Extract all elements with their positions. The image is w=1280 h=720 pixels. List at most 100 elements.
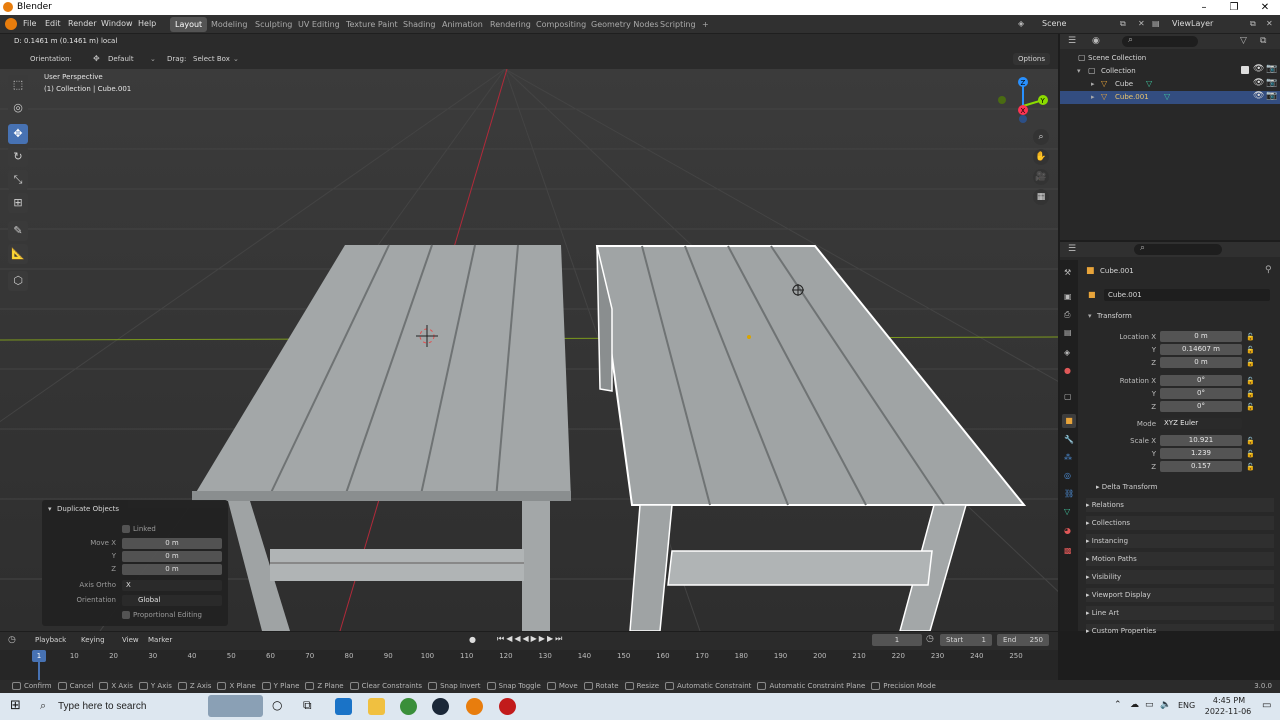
record-icon[interactable]: ● <box>469 635 476 644</box>
scene-icon[interactable]: ◈ <box>1018 19 1024 28</box>
lock-icon[interactable]: 🔓 <box>1246 333 1255 341</box>
maximize-icon[interactable]: ❐ <box>1219 0 1249 15</box>
rotate-tool-icon[interactable]: ↻ <box>8 147 28 167</box>
chevron-down-icon[interactable]: ⌄ <box>150 55 156 63</box>
material-tab-icon[interactable]: ◕ <box>1064 526 1071 535</box>
end-frame-field[interactable]: End 250 <box>997 634 1049 646</box>
tab-layout[interactable]: Layout <box>170 17 208 32</box>
delete-scene-icon[interactable]: ✕ <box>1138 19 1145 28</box>
perspective-grid-icon[interactable]: ▦ <box>1033 189 1049 205</box>
rotation-y-field[interactable]: 0° <box>1160 388 1242 399</box>
obs-app-icon[interactable] <box>499 698 516 715</box>
pin-icon[interactable]: ⚲ <box>1265 265 1272 275</box>
properties-search-input[interactable] <box>1134 244 1222 255</box>
data-tab-icon[interactable]: ▽ <box>1064 507 1070 516</box>
volume-icon[interactable]: 🔈 <box>1160 700 1171 710</box>
network-icon[interactable]: ▭ <box>1145 700 1154 710</box>
timeline-menu-view[interactable]: View <box>122 636 139 644</box>
timer-icon[interactable]: ◷ <box>926 634 934 644</box>
clock-date[interactable]: 2022-11-06 <box>1200 707 1256 716</box>
menu-help[interactable]: Help <box>138 19 156 28</box>
timeline-menu-keying[interactable]: Keying <box>81 636 105 644</box>
transform-collapse-icon[interactable]: ▾ <box>1088 312 1092 320</box>
new-scene-icon[interactable]: ⧉ <box>1120 19 1126 29</box>
tab-scripting[interactable]: Scripting <box>655 17 701 32</box>
new-collection-icon[interactable]: ⧉ <box>1260 36 1266 46</box>
notification-icon[interactable]: ▭ <box>1262 700 1271 711</box>
lock-icon[interactable]: 🔓 <box>1246 463 1255 471</box>
scene-collection-label[interactable]: Scene Collection <box>1088 54 1146 62</box>
visibility-eye-icon[interactable]: 👁 <box>1253 64 1264 74</box>
collection-label[interactable]: Collection <box>1101 67 1136 75</box>
panel-collections[interactable]: ▸ Collections <box>1086 516 1274 530</box>
task-view-icon[interactable]: ⧉ <box>303 698 312 713</box>
location-z-field[interactable]: 0 m <box>1160 357 1242 368</box>
timeline-ruler[interactable]: 1 10 20 30 40 50 60 70 80 90 100 110 120 130 140 150 160… <box>0 650 1058 680</box>
lock-icon[interactable]: 🔓 <box>1246 346 1255 354</box>
move-x-field[interactable]: 0 m <box>122 538 222 549</box>
render-camera-icon[interactable]: 📷 <box>1266 78 1277 88</box>
object-name-field[interactable]: Cube.001 <box>1104 289 1270 301</box>
location-x-field[interactable]: 0 m <box>1160 331 1242 342</box>
expand-icon[interactable]: ▸ <box>1091 80 1095 88</box>
collection-tab-icon[interactable]: ▢ <box>1064 392 1072 401</box>
move-tool-icon[interactable]: ✥ <box>8 124 28 144</box>
navigation-gizmo[interactable]: Z Y X <box>995 74 1055 134</box>
panel-custom-properties[interactable]: ▸ Custom Properties <box>1086 624 1274 635</box>
tab-geometry-nodes[interactable]: Geometry Nodes <box>586 17 663 32</box>
new-viewlayer-icon[interactable]: ⧉ <box>1250 19 1256 29</box>
tab-uv-editing[interactable]: UV Editing <box>293 17 345 32</box>
chrome-app-icon[interactable] <box>400 698 417 715</box>
tab-sculpting[interactable]: Sculpting <box>250 17 297 32</box>
cursor-tool-icon[interactable]: ◎ <box>8 98 28 118</box>
texture-tab-icon[interactable]: ▩ <box>1064 546 1072 555</box>
render-tab-icon[interactable]: ▣ <box>1064 292 1072 301</box>
tray-chevron-icon[interactable]: ⌃ <box>1114 700 1122 710</box>
operator-collapse-icon[interactable]: ▾ <box>48 505 52 513</box>
expand-collection-icon[interactable]: ▾ <box>1077 67 1081 75</box>
lock-icon[interactable]: 🔓 <box>1246 359 1255 367</box>
lock-icon[interactable]: 🔓 <box>1246 377 1255 385</box>
delete-viewlayer-icon[interactable]: ✕ <box>1266 19 1273 28</box>
linked-checkbox[interactable] <box>122 525 130 533</box>
timeline-menu-marker[interactable]: Marker <box>148 636 172 644</box>
operator-redo-panel[interactable]: ▾ Duplicate Objects Linked Move X 0 m Y … <box>42 500 228 626</box>
options-button[interactable]: Options <box>1013 53 1051 65</box>
lock-icon[interactable]: 🔓 <box>1246 437 1255 445</box>
outliner-item-cube-001[interactable]: ▸ ▽ Cube.001 ▽ 👁 📷 <box>1060 91 1280 104</box>
mail-app-icon[interactable] <box>335 698 352 715</box>
location-y-field[interactable]: 0.14607 m <box>1160 344 1242 355</box>
camera-view-icon[interactable]: 🎥 <box>1033 169 1049 185</box>
rotation-z-field[interactable]: 0° <box>1160 401 1242 412</box>
taskbar-search-input[interactable]: Type here to search <box>58 701 146 712</box>
lock-icon[interactable]: 🔓 <box>1246 390 1255 398</box>
close-icon[interactable]: ✕ <box>1250 0 1280 15</box>
transform-tool-icon[interactable]: ⊞ <box>8 193 28 213</box>
scale-z-field[interactable]: 0.157 <box>1160 461 1242 472</box>
drag-dropdown[interactable]: Select Box <box>193 55 230 63</box>
scale-y-field[interactable]: 1.239 <box>1160 448 1242 459</box>
view-layer-tab-icon[interactable]: ▤ <box>1064 328 1072 337</box>
clock-time[interactable]: 4:45 PM <box>1206 696 1252 705</box>
annotate-tool-icon[interactable]: ✎ <box>8 221 28 241</box>
panel-visibility[interactable]: ▸ Visibility <box>1086 570 1274 584</box>
current-frame-field[interactable]: 1 <box>872 634 922 646</box>
panel-motion-paths[interactable]: ▸ Motion Paths <box>1086 552 1274 566</box>
orientation-dropdown[interactable]: Default <box>108 55 134 63</box>
panel-line-art[interactable]: ▸ Line Art <box>1086 606 1274 620</box>
file-explorer-icon[interactable] <box>368 698 385 715</box>
particles-tab-icon[interactable]: ⁂ <box>1064 453 1072 462</box>
lock-icon[interactable]: 🔓 <box>1246 450 1255 458</box>
viewlayer-name[interactable]: ViewLayer <box>1172 19 1213 28</box>
physics-tab-icon[interactable]: ◎ <box>1064 471 1071 480</box>
tab-modeling[interactable]: Modeling <box>206 17 252 32</box>
move-y-field[interactable]: 0 m <box>122 551 222 562</box>
move-z-field[interactable]: 0 m <box>122 564 222 575</box>
scene-name[interactable]: Scene <box>1042 19 1066 28</box>
visibility-eye-icon[interactable]: 👁 <box>1253 78 1264 88</box>
panel-relations[interactable]: ▸ Relations <box>1086 498 1274 512</box>
lock-icon[interactable]: 🔓 <box>1246 403 1255 411</box>
scene-tab-icon[interactable]: ◈ <box>1064 348 1070 357</box>
rotation-mode-dropdown[interactable]: XYZ Euler <box>1160 418 1242 429</box>
world-tab-icon[interactable]: ● <box>1064 366 1071 375</box>
